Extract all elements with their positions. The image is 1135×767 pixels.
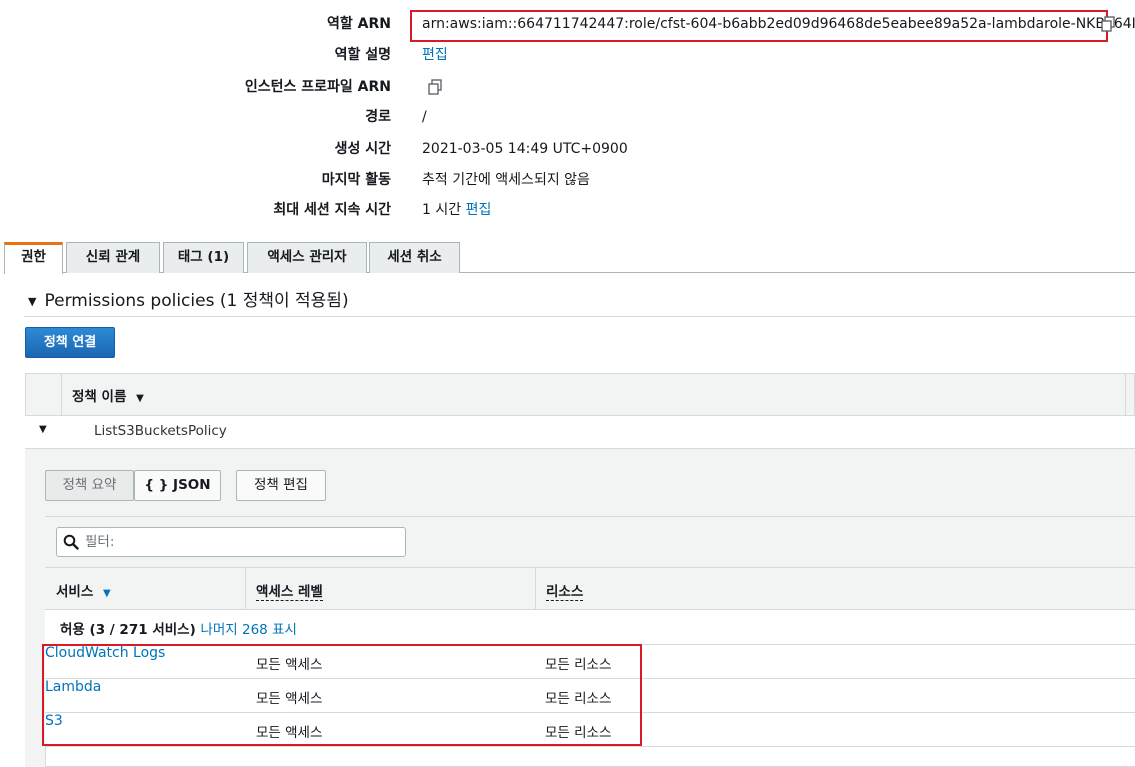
service-column[interactable]: 서비스 ▼ <box>56 580 111 600</box>
allow-summary-row: 허용 (3 / 271 서비스) 나머지 268 표시 <box>45 610 1135 645</box>
created-label: 생성 시간 <box>334 141 391 157</box>
role-arn-value: arn:aws:iam::664711742447:role/cfst-604-… <box>422 16 1135 32</box>
policy-name-column-label: 정책 이름 <box>72 389 127 405</box>
role-desc-row: 역할 설명 편집 <box>0 44 1135 66</box>
policy-name-column[interactable]: 정책 이름 ▼ <box>72 385 144 405</box>
column-divider <box>1125 374 1126 415</box>
attach-policy-button[interactable]: 정책 연결 <box>25 327 115 358</box>
copy-icon[interactable] <box>1100 16 1116 32</box>
policy-summary-button[interactable]: 정책 요약 <box>45 470 134 501</box>
sort-caret-icon: ▼ <box>102 588 111 599</box>
path-label: 경로 <box>365 109 391 125</box>
allow-summary: 허용 (3 / 271 서비스) 나머지 268 표시 <box>60 618 297 638</box>
permissions-policies-header[interactable]: ▼ Permissions policies (1 정책이 적용됨) <box>28 286 349 311</box>
instance-profile-row: 인스턴스 프로파일 ARN <box>0 76 1135 98</box>
tab-access-advisor[interactable]: 액세스 관리자 <box>247 242 367 273</box>
expand-caret-icon[interactable]: ▼ <box>39 424 47 435</box>
edit-policy-button[interactable]: 정책 편집 <box>236 470 326 501</box>
tab-tags[interactable]: 태그 (1) <box>163 242 244 273</box>
max-session-value: 1 시간 <box>422 202 462 218</box>
tab-trust-relationships[interactable]: 신뢰 관계 <box>66 242 160 273</box>
created-row: 생성 시간 2021-03-05 14:49 UTC+0900 <box>0 138 1135 160</box>
permissions-policies-title: Permissions policies (1 정책이 적용됨) <box>44 291 349 311</box>
access-level-column-label: 액세스 레벨 <box>256 584 323 601</box>
column-divider <box>61 374 62 415</box>
tab-bar: 권한 신뢰 관계 태그 (1) 액세스 관리자 세션 취소 <box>4 242 1135 274</box>
created-value: 2021-03-05 14:49 UTC+0900 <box>422 141 628 157</box>
max-session-edit-link[interactable]: 편집 <box>466 202 492 218</box>
policy-table-header: 정책 이름 ▼ <box>25 373 1135 416</box>
copy-icon[interactable] <box>427 79 443 95</box>
last-activity-row: 마지막 활동 추적 기간에 액세스되지 않음 <box>0 169 1135 191</box>
path-row: 경로 / <box>0 106 1135 128</box>
column-divider <box>245 568 246 609</box>
search-icon <box>63 534 79 550</box>
max-session-label: 최대 세션 지속 시간 <box>273 202 391 218</box>
resource-column[interactable]: 리소스 <box>546 580 584 601</box>
resource-column-label: 리소스 <box>546 584 584 601</box>
divider <box>24 316 1135 317</box>
service-column-label: 서비스 <box>56 584 94 600</box>
role-arn-row: 역할 ARN arn:aws:iam::664711742447:role/cf… <box>0 13 1135 35</box>
caret-down-icon: ▼ <box>28 294 37 308</box>
allow-count: 허용 (3 / 271 서비스) <box>60 622 196 638</box>
filter-field[interactable] <box>56 527 406 557</box>
json-button[interactable]: { } JSON <box>134 470 221 501</box>
show-remaining-link[interactable]: 나머지 268 표시 <box>200 622 296 638</box>
tab-revoke-sessions[interactable]: 세션 취소 <box>369 242 460 273</box>
path-value: / <box>422 109 427 125</box>
sort-caret-icon: ▼ <box>136 393 144 404</box>
last-activity-label: 마지막 활동 <box>321 172 391 188</box>
max-session-value-wrap: 1 시간 편집 <box>422 199 491 221</box>
role-arn-label: 역할 ARN <box>327 16 391 32</box>
role-desc-label: 역할 설명 <box>334 47 391 63</box>
instance-profile-label: 인스턴스 프로파일 ARN <box>244 79 391 95</box>
filter-input[interactable] <box>83 532 398 552</box>
column-divider <box>535 568 536 609</box>
service-table-header: 서비스 ▼ 액세스 레벨 리소스 <box>45 567 1135 610</box>
services-highlight-box <box>42 644 642 746</box>
policy-row[interactable]: ▼ ListS3BucketsPolicy <box>25 416 1135 449</box>
last-activity-value: 추적 기간에 액세스되지 않음 <box>422 172 590 188</box>
policy-name[interactable]: ListS3BucketsPolicy <box>94 423 227 439</box>
max-session-row: 최대 세션 지속 시간 1 시간 편집 <box>0 199 1135 221</box>
access-level-column[interactable]: 액세스 레벨 <box>256 580 323 601</box>
role-desc-edit-link[interactable]: 편집 <box>422 44 448 66</box>
tab-permissions[interactable]: 권한 <box>4 242 63 274</box>
